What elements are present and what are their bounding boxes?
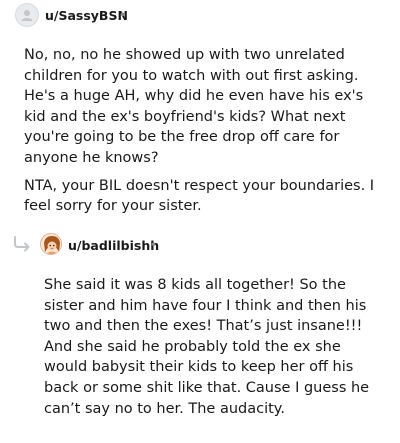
user-avatar-icon[interactable] xyxy=(40,233,62,255)
separator-dot: • xyxy=(150,238,158,252)
comment-paragraph: NTA, your BIL doesn't respect your bound… xyxy=(24,177,375,215)
comment-body: No, no, no he showed up with two unrelat… xyxy=(24,45,384,217)
comment-body: She said it was 8 kids all together! So … xyxy=(44,275,374,419)
default-avatar-icon[interactable] xyxy=(15,3,39,27)
comment-paragraph: She said it was 8 kids all together! So … xyxy=(44,277,370,417)
comment-paragraph: No, no, no he showed up with two unrelat… xyxy=(24,47,364,166)
comment-username[interactable]: u/SassyBSN xyxy=(45,8,128,23)
comment-username[interactable]: u/badlilbishh xyxy=(68,238,159,253)
separator-dot: • xyxy=(119,8,127,22)
reply-arrow-icon xyxy=(14,236,30,252)
